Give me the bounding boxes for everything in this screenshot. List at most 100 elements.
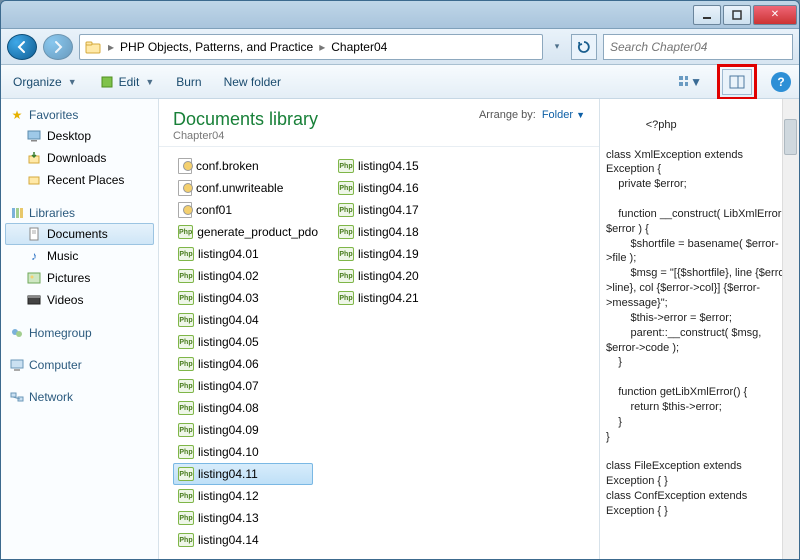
downloads-icon bbox=[26, 150, 42, 166]
new-folder-button[interactable]: New folder bbox=[220, 72, 285, 92]
file-item[interactable]: Php listing04.16 bbox=[333, 177, 473, 199]
back-button[interactable] bbox=[7, 34, 37, 60]
library-subtitle: Chapter04 bbox=[173, 130, 318, 142]
arrange-by: Arrange by: Folder ▼ bbox=[479, 109, 585, 121]
file-item[interactable]: Phplisting04.01 bbox=[173, 243, 313, 265]
file-item[interactable]: Phplisting04.09 bbox=[173, 419, 313, 441]
edit-label: Edit bbox=[119, 75, 140, 89]
file-item[interactable]: Phplisting04.17 bbox=[333, 199, 473, 221]
breadcrumb-part-2[interactable]: Chapter04 bbox=[327, 38, 391, 56]
homegroup-header[interactable]: Homegroup bbox=[5, 323, 154, 343]
libraries-header[interactable]: Libraries bbox=[5, 203, 154, 223]
forward-button[interactable] bbox=[43, 34, 73, 60]
file-item[interactable]: Phplisting04.07 bbox=[173, 375, 313, 397]
file-item[interactable]: conf.broken bbox=[173, 155, 313, 177]
file-name: listing04.13 bbox=[198, 511, 259, 525]
window-controls: ✕ bbox=[693, 5, 797, 25]
file-name: listing04.15 bbox=[358, 159, 419, 173]
organize-label: Organize bbox=[13, 75, 62, 89]
maximize-button[interactable] bbox=[723, 5, 751, 25]
search-input[interactable] bbox=[603, 34, 793, 60]
php-file-icon: Php bbox=[178, 533, 194, 547]
file-item[interactable]: Php listing04.13 bbox=[173, 507, 313, 529]
scroll-thumb[interactable] bbox=[784, 119, 797, 155]
recent-icon bbox=[26, 172, 42, 188]
breadcrumb-part-1[interactable]: PHP Objects, Patterns, and Practice bbox=[116, 38, 317, 56]
file-name: listing04.02 bbox=[198, 269, 259, 283]
favorites-header[interactable]: ★Favorites bbox=[5, 105, 154, 125]
file-item[interactable]: Phplisting04.10 bbox=[173, 441, 313, 463]
file-item[interactable]: Phplisting04.19 bbox=[333, 243, 473, 265]
file-item[interactable]: conf01 bbox=[173, 199, 313, 221]
computer-header[interactable]: Computer bbox=[5, 355, 154, 375]
nav-pictures[interactable]: Pictures bbox=[5, 267, 154, 289]
file-item[interactable]: Phplisting04.12 bbox=[173, 485, 313, 507]
nav-videos[interactable]: Videos bbox=[5, 289, 154, 311]
file-list[interactable]: conf.broken conf.unwriteableconf01Phpgene… bbox=[159, 147, 599, 559]
nav-downloads[interactable]: Downloads bbox=[5, 147, 154, 169]
address-bar: ▸ PHP Objects, Patterns, and Practice ▸ … bbox=[1, 29, 799, 65]
library-title: Documents library bbox=[173, 109, 318, 130]
chevron-right-icon[interactable]: ▸ bbox=[106, 40, 116, 54]
config-file-icon bbox=[178, 158, 192, 174]
chevron-down-icon: ▼ bbox=[145, 77, 154, 87]
edit-button[interactable]: Edit ▼ bbox=[95, 71, 159, 93]
explorer-window: ✕ ▸ PHP Objects, Patterns, and Practice … bbox=[0, 0, 800, 560]
organize-button[interactable]: Organize▼ bbox=[9, 72, 81, 92]
nav-documents[interactable]: Documents bbox=[5, 223, 154, 245]
new-folder-label: New folder bbox=[224, 75, 281, 89]
file-item[interactable]: Phplisting04.15 bbox=[333, 155, 473, 177]
libraries-icon bbox=[9, 205, 25, 221]
file-item[interactable]: Phpgenerate_product_pdo bbox=[173, 221, 313, 243]
file-name: listing04.08 bbox=[198, 401, 259, 415]
php-file-icon: Php bbox=[178, 445, 194, 459]
file-name: listing04.16 bbox=[358, 181, 419, 195]
file-item[interactable]: Phplisting04.03 bbox=[173, 287, 313, 309]
config-file-icon bbox=[178, 180, 192, 196]
file-name: listing04.11 bbox=[198, 467, 258, 481]
preview-content: <?php class XmlException extends Excepti… bbox=[606, 119, 792, 517]
main-pane: Documents library Chapter04 Arrange by: … bbox=[159, 99, 599, 559]
edit-icon bbox=[99, 74, 115, 90]
homegroup-icon bbox=[9, 325, 25, 341]
burn-button[interactable]: Burn bbox=[172, 72, 205, 92]
file-name: listing04.17 bbox=[358, 203, 419, 217]
file-item[interactable]: Phplisting04.14 bbox=[173, 529, 313, 551]
php-file-icon: Php bbox=[338, 181, 354, 195]
desktop-icon bbox=[26, 128, 42, 144]
file-name: listing04.04 bbox=[198, 313, 259, 327]
file-name: conf.broken bbox=[196, 159, 259, 173]
breadcrumb-dropdown[interactable]: ▾ bbox=[549, 41, 565, 52]
file-item[interactable]: conf.unwriteable bbox=[173, 177, 313, 199]
file-item[interactable]: Phplisting04.20 bbox=[333, 265, 473, 287]
refresh-button[interactable] bbox=[571, 34, 597, 60]
file-item[interactable]: Phplisting04.02 bbox=[173, 265, 313, 287]
library-header: Documents library Chapter04 Arrange by: … bbox=[159, 99, 599, 147]
file-name: listing04.21 bbox=[358, 291, 419, 305]
file-name: listing04.09 bbox=[198, 423, 259, 437]
preview-pane-button[interactable] bbox=[722, 69, 752, 95]
file-item[interactable]: Phplisting04.04 bbox=[173, 309, 313, 331]
close-button[interactable]: ✕ bbox=[753, 5, 797, 25]
minimize-button[interactable] bbox=[693, 5, 721, 25]
star-icon: ★ bbox=[9, 107, 25, 123]
file-item[interactable]: Phplisting04.21 bbox=[333, 287, 473, 309]
file-item[interactable]: Phplisting04.18 bbox=[333, 221, 473, 243]
chevron-right-icon[interactable]: ▸ bbox=[317, 40, 327, 54]
burn-label: Burn bbox=[176, 75, 201, 89]
help-button[interactable]: ? bbox=[771, 72, 791, 92]
nav-music[interactable]: ♪Music bbox=[5, 245, 154, 267]
nav-recent[interactable]: Recent Places bbox=[5, 169, 154, 191]
arrange-value[interactable]: Folder ▼ bbox=[542, 109, 585, 121]
view-options-button[interactable]: ▼ bbox=[677, 70, 703, 94]
file-item[interactable]: Phplisting04.06 bbox=[173, 353, 313, 375]
breadcrumb[interactable]: ▸ PHP Objects, Patterns, and Practice ▸ … bbox=[79, 34, 543, 60]
scrollbar-vertical[interactable] bbox=[782, 99, 799, 559]
network-header[interactable]: Network bbox=[5, 387, 154, 407]
file-name: listing04.20 bbox=[358, 269, 419, 283]
file-item[interactable]: Phplisting04.05 bbox=[173, 331, 313, 353]
file-item[interactable]: Phplisting04.08 bbox=[173, 397, 313, 419]
file-item[interactable]: Phplisting04.11 bbox=[173, 463, 313, 485]
nav-desktop[interactable]: Desktop bbox=[5, 125, 154, 147]
php-file-icon: Php bbox=[178, 511, 194, 525]
